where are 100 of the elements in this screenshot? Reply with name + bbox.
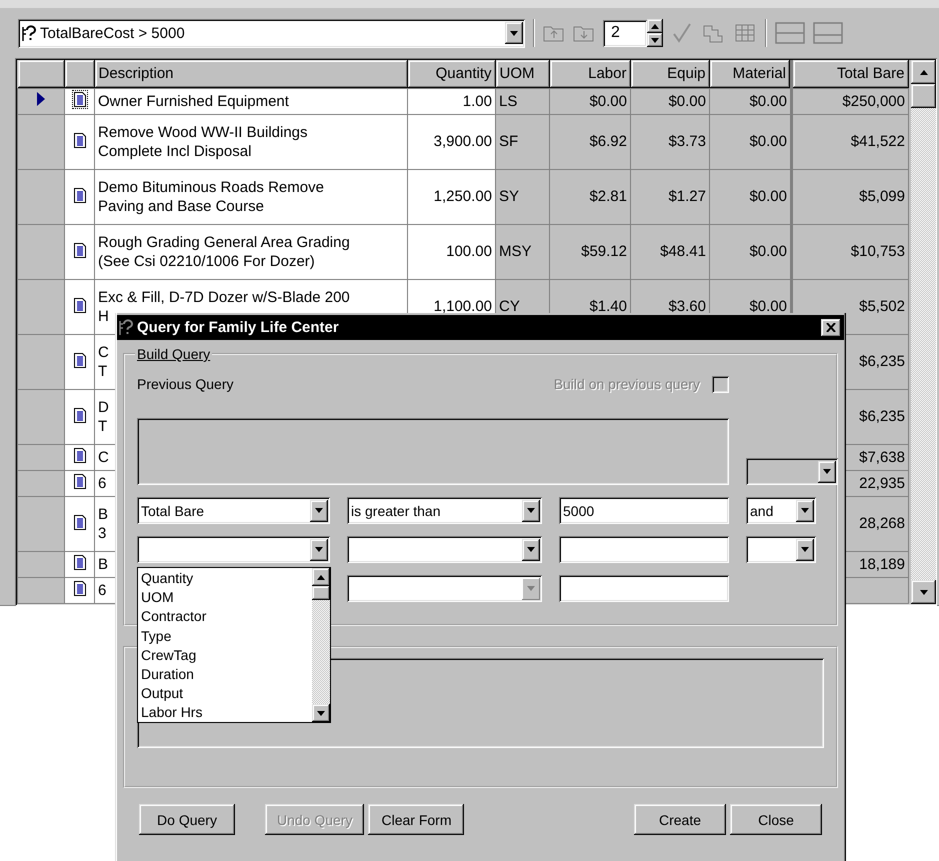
table-cell: SY	[496, 169, 550, 224]
list-item[interactable]: Output	[141, 684, 312, 704]
scroll-thumb[interactable]	[911, 84, 936, 108]
table-cell: $0.00	[630, 88, 710, 114]
table-cell: $0.00	[550, 88, 630, 114]
document-icon	[74, 132, 86, 148]
dropdown-button[interactable]	[818, 460, 836, 482]
page-spin-field[interactable]: 2	[603, 20, 647, 46]
row-pointer-icon	[37, 92, 45, 106]
dropdown-button[interactable]	[505, 22, 523, 44]
dialog-button[interactable]: Close	[730, 804, 822, 835]
down-arrow-icon	[920, 590, 928, 594]
list-item[interactable]: Labor Hrs	[141, 703, 312, 722]
dropdown-button[interactable]	[522, 538, 540, 560]
dropdown-button[interactable]	[796, 500, 814, 522]
scroll-up-button[interactable]	[312, 568, 330, 586]
scroll-down-button[interactable]	[312, 704, 330, 722]
table-cell: $59.12	[550, 224, 630, 279]
down-arrow-icon	[801, 547, 809, 552]
build-on-previous-label: Build on previous query	[554, 376, 700, 392]
dialog-title: Query for Family Life Center	[137, 319, 340, 336]
table-cell: 100.00	[408, 224, 496, 279]
dropdown-button[interactable]	[522, 500, 540, 522]
document-icon	[74, 298, 86, 312]
list-item[interactable]: Contractor	[141, 607, 312, 627]
table-cell: $5,099	[792, 169, 908, 224]
dropdown-field[interactable]: Total Bare	[137, 497, 330, 524]
dropdown-field[interactable]	[347, 575, 542, 602]
scroll-up-button[interactable]	[911, 60, 936, 84]
dropdown-field[interactable]	[746, 458, 838, 485]
vertical-scrollbar[interactable]	[911, 60, 936, 604]
column-header[interactable]: Equip	[630, 60, 710, 88]
dialog-button[interactable]: Clear Form	[368, 804, 464, 835]
dropdown-button[interactable]	[310, 538, 328, 560]
query-icon	[22, 24, 36, 42]
table-cell: $10,753	[792, 224, 908, 279]
value-field[interactable]	[559, 575, 729, 602]
table-cell: $0.00	[710, 224, 792, 279]
dialog-button[interactable]: Create	[634, 804, 726, 835]
column-header[interactable]: Quantity	[408, 60, 496, 88]
row-selector[interactable]	[18, 88, 64, 114]
table-cell: $0.00	[710, 169, 792, 224]
dropdown-button[interactable]	[796, 538, 814, 560]
list-item[interactable]: Duration	[141, 664, 312, 684]
table-cell: LS	[496, 88, 550, 114]
table-cell: 1,250.00	[408, 169, 496, 224]
close-icon	[826, 323, 836, 332]
dropdown-button[interactable]	[310, 500, 328, 522]
table-cell: 1.00	[408, 88, 496, 114]
table-cell: $2.81	[550, 169, 630, 224]
document-icon	[74, 352, 86, 368]
document-icon	[74, 448, 86, 463]
query-combo[interactable]: TotalBareCost > 5000	[18, 18, 525, 48]
dropdown-field[interactable]	[347, 536, 542, 563]
scroll-down-button[interactable]	[911, 580, 936, 604]
dropdown-field[interactable]: and	[746, 497, 816, 524]
document-icon	[74, 555, 86, 570]
column-header[interactable]: UOM	[496, 60, 550, 88]
close-button[interactable]	[821, 318, 841, 336]
table-cell: MSY	[496, 224, 550, 279]
table-cell: $3.73	[630, 114, 710, 169]
column-header[interactable]: Labor	[550, 60, 630, 88]
document-icon	[74, 242, 86, 258]
column-header[interactable]: Total Bare	[792, 60, 908, 88]
table-cell: SF	[496, 114, 550, 169]
document-icon	[74, 408, 86, 422]
up-arrow-icon	[317, 574, 325, 580]
spin-down-button[interactable]	[647, 33, 663, 47]
spin-up-button[interactable]	[647, 19, 663, 33]
value-field[interactable]	[559, 536, 729, 563]
checkmark-icon[interactable]	[671, 22, 693, 44]
group-label: Build Query	[136, 346, 212, 362]
up-arrow-icon	[651, 24, 659, 28]
table-cell: Remove Wood WW-II Buildings Complete Incl Disposal	[94, 114, 408, 169]
down-arrow-icon	[527, 508, 535, 513]
scroll-thumb[interactable]	[312, 586, 330, 600]
down-arrow-icon	[315, 547, 323, 552]
table-cell: $1.27	[630, 169, 710, 224]
table-cell: $41,522	[792, 114, 908, 169]
list-item[interactable]: Type	[141, 626, 312, 646]
table-cell: $6.92	[550, 114, 630, 169]
down-arrow-icon	[317, 710, 325, 716]
table-cell: Rough Grading General Area Grading (See Csi 02210/1006 For Dozer)	[94, 224, 408, 279]
dropdown-field[interactable]: is greater than	[347, 497, 542, 524]
document-icon	[74, 474, 86, 489]
document-icon	[74, 188, 86, 202]
table-cell: 3,900.00	[408, 114, 496, 169]
column-header[interactable]: Material	[710, 60, 792, 88]
dropdown-field[interactable]	[746, 536, 816, 563]
down-arrow-icon	[651, 38, 659, 42]
column-header[interactable]: Description	[94, 60, 408, 88]
table-cell: Owner Furnished Equipment	[94, 88, 408, 114]
list-item[interactable]: CrewTag	[141, 646, 312, 665]
list-scrollbar[interactable]	[312, 568, 330, 722]
dropdown-field[interactable]	[137, 536, 330, 563]
down-arrow-icon	[510, 30, 518, 36]
up-arrow-icon	[920, 70, 928, 74]
value-field[interactable]: 5000	[559, 497, 729, 524]
dialog-button[interactable]: Do Query	[139, 804, 235, 835]
previous-query-label: Previous Query	[137, 376, 234, 392]
